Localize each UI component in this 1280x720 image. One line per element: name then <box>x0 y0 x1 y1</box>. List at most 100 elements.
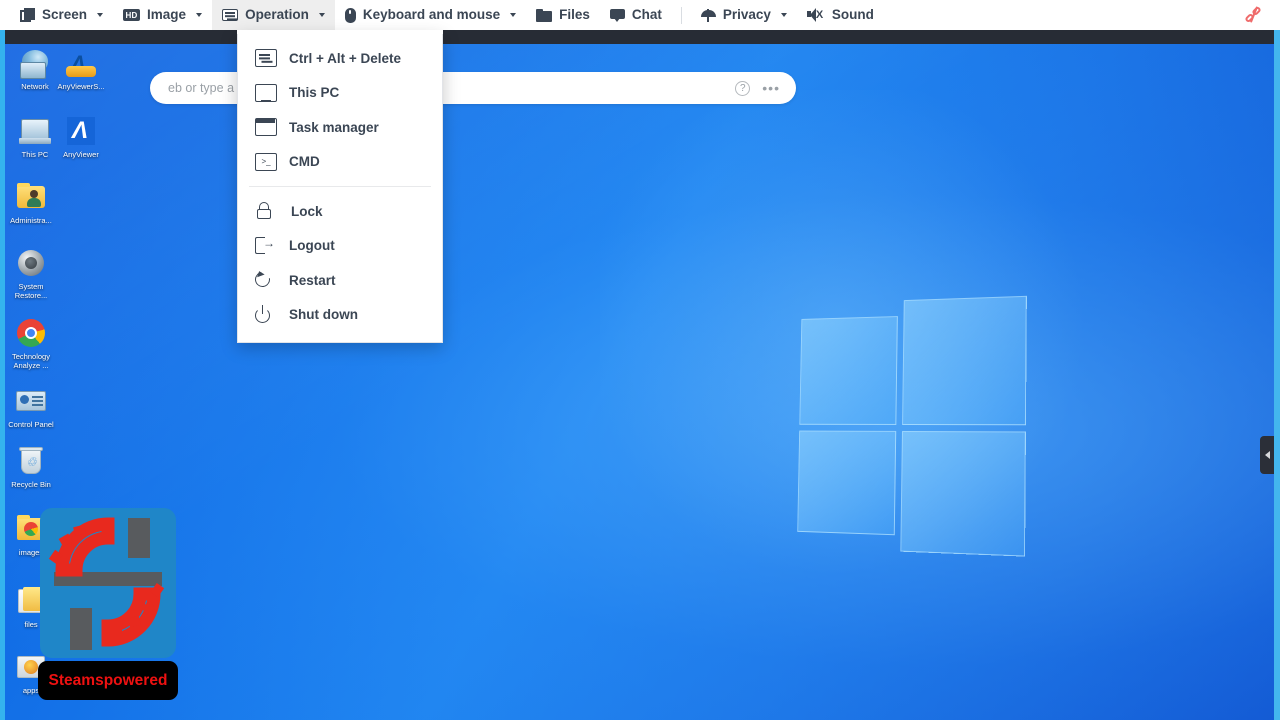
menu-item-logout[interactable]: Logout <box>238 229 442 264</box>
desktop-icon-recycle-bin[interactable]: Recycle Bin <box>2 446 60 489</box>
toolbar-item-screen-label: Screen <box>42 8 87 22</box>
menu-item-lock[interactable]: Lock <box>238 194 442 229</box>
toolbar-item-screen[interactable]: Screen <box>10 0 113 30</box>
toolbar-item-keyboard-and-mouse-label: Keyboard and mouse <box>363 8 500 22</box>
menu-item-cmd[interactable]: >_ CMD <box>238 145 442 180</box>
desktop-icon-label: files <box>24 620 37 629</box>
top-toolbar: Screen HD Image Operation Keyboard and m… <box>0 0 1280 30</box>
this-pc-icon <box>18 116 52 148</box>
chevron-down-icon <box>510 13 516 17</box>
toolbar-item-privacy[interactable]: Privacy <box>691 0 797 30</box>
toolbar-item-chat-label: Chat <box>632 8 662 22</box>
toolbar-divider <box>681 7 682 24</box>
remote-window-titlebar-strip <box>5 30 1275 44</box>
toolbar-item-operation[interactable]: Operation <box>212 0 335 30</box>
keyboard-icon <box>255 49 277 67</box>
steam-badge[interactable]: Steamspowered <box>38 661 178 700</box>
chevron-down-icon <box>97 13 103 17</box>
terminal-icon: >_ <box>255 153 277 171</box>
menu-item-label: Lock <box>291 204 323 219</box>
desktop-icon-label: This PC <box>22 150 49 159</box>
desktop-icon-anyviewer[interactable]: AnyViewer <box>52 116 110 159</box>
desktop-icon-administrator[interactable]: Administra... <box>2 182 60 225</box>
menu-item-label: This PC <box>289 85 339 100</box>
remote-desktop-app: Screen HD Image Operation Keyboard and m… <box>0 0 1280 720</box>
system-restore-icon <box>14 248 48 280</box>
chevron-down-icon <box>781 13 787 17</box>
control-panel-icon <box>14 386 48 418</box>
chevron-left-icon <box>1265 451 1270 459</box>
steam-logo-widget[interactable] <box>40 508 176 658</box>
more-options-icon[interactable]: ••• <box>762 80 780 96</box>
umbrella-icon <box>701 8 716 23</box>
chevron-down-icon <box>196 13 202 17</box>
folder-icon <box>536 9 552 22</box>
menu-item-label: CMD <box>289 154 320 169</box>
anyviewer-icon <box>64 116 98 148</box>
desktop-icon-control-panel[interactable]: Control Panel <box>2 386 60 429</box>
menu-item-label: Restart <box>289 273 336 288</box>
network-icon <box>18 48 52 80</box>
broken-link-icon <box>1244 5 1264 25</box>
menu-item-ctrl-alt-delete[interactable]: Ctrl + Alt + Delete <box>238 41 442 76</box>
desktop-icon-label: Network <box>21 82 49 91</box>
chevron-down-icon <box>319 13 325 17</box>
screen-right-border <box>1274 30 1280 720</box>
remote-screen-canvas[interactable]: Network Λ AnyViewerS... This PC AnyViewe… <box>0 30 1280 720</box>
desktop-icon-label: AnyViewer <box>63 150 99 159</box>
logout-icon <box>255 237 277 255</box>
desktop-icon-system-restore[interactable]: System Restore... <box>2 248 60 300</box>
menu-item-label: Shut down <box>289 307 358 322</box>
desktop-icon-label: Administra... <box>10 216 52 225</box>
desktop-icon-anyviewer-share[interactable]: Λ AnyViewerS... <box>52 48 110 91</box>
toolbar-item-sound-label: Sound <box>832 8 874 22</box>
toolbar-item-sound[interactable]: X Sound <box>797 0 884 30</box>
menu-item-this-pc[interactable]: This PC <box>238 76 442 111</box>
desktop-icon-label: apps <box>23 686 39 695</box>
desktop-icon-technology-analyze[interactable]: Technology Analyze ... <box>2 318 60 370</box>
toolbar-item-operation-label: Operation <box>245 8 309 22</box>
toolbar-item-files-label: Files <box>559 8 590 22</box>
menu-item-label: Task manager <box>289 120 379 135</box>
windows-logo-wallpaper <box>793 292 1026 545</box>
toolbar-item-privacy-label: Privacy <box>723 8 771 22</box>
menu-item-label: Ctrl + Alt + Delete <box>289 51 401 66</box>
monitor-icon <box>255 84 277 102</box>
desktop-icon-label: System Restore... <box>2 282 60 300</box>
anyviewer-share-icon: Λ <box>64 48 98 80</box>
power-icon <box>255 306 277 324</box>
chrome-shortcut-icon <box>14 318 48 350</box>
chat-icon <box>610 9 625 22</box>
lock-icon <box>257 202 279 220</box>
admin-folder-icon <box>14 182 48 214</box>
operation-dropdown-menu: Ctrl + Alt + Delete This PC Task manager… <box>237 32 443 343</box>
menu-item-label: Logout <box>289 238 335 253</box>
recycle-bin-icon <box>14 446 48 478</box>
toolbar-item-files[interactable]: Files <box>526 0 600 30</box>
window-icon <box>255 118 277 136</box>
question-mark-icon[interactable]: ? <box>735 81 750 96</box>
toolbar-item-chat[interactable]: Chat <box>600 0 672 30</box>
toolbar-item-keyboard-and-mouse[interactable]: Keyboard and mouse <box>335 0 526 30</box>
hd-icon: HD <box>123 9 140 21</box>
desktop-icon-label: Technology Analyze ... <box>2 352 60 370</box>
restart-icon <box>255 271 277 289</box>
menu-item-shut-down[interactable]: Shut down <box>238 298 442 333</box>
mouse-icon <box>345 8 356 23</box>
desktop-icon-label: AnyViewerS... <box>58 82 105 91</box>
screen-left-border <box>0 30 5 720</box>
toolbar-item-image[interactable]: HD Image <box>113 0 212 30</box>
screen-icon <box>20 8 35 22</box>
menu-item-task-manager[interactable]: Task manager <box>238 110 442 145</box>
keyboard-icon <box>222 9 238 21</box>
disconnect-button[interactable] <box>1244 5 1280 25</box>
desktop-icon-label: Control Panel <box>8 420 53 429</box>
steam-gear-logo <box>40 508 176 658</box>
menu-divider <box>249 186 431 187</box>
sound-muted-icon: X <box>807 8 825 22</box>
sidebar-collapse-handle[interactable] <box>1260 436 1274 474</box>
menu-item-restart[interactable]: Restart <box>238 263 442 298</box>
steam-badge-label: Steamspowered <box>49 672 168 690</box>
toolbar-item-image-label: Image <box>147 8 186 22</box>
desktop-icon-label: Recycle Bin <box>11 480 51 489</box>
